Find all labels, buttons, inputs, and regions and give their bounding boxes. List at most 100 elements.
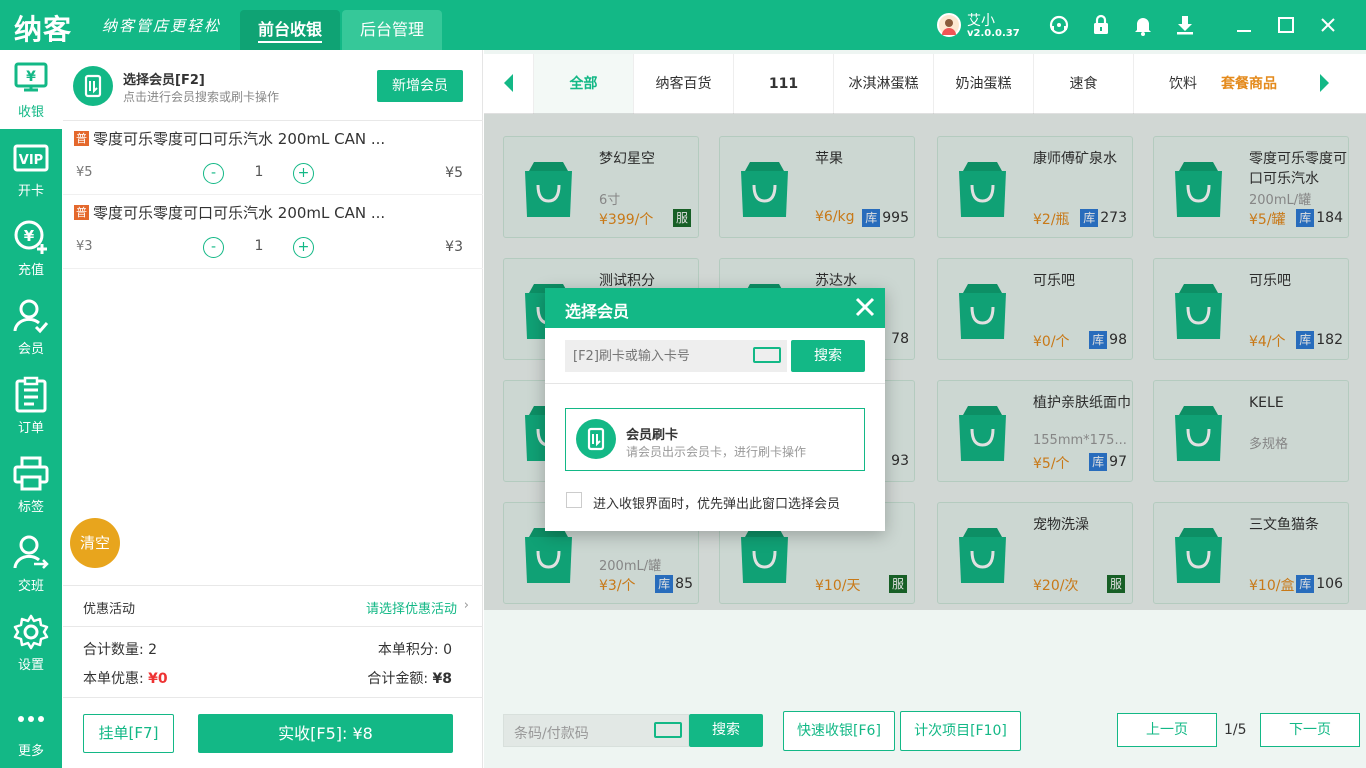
sidebar-item-recharge[interactable]: ¥ 充值 [0, 208, 62, 287]
sidebar-item-label: 充值 [17, 263, 44, 278]
product-bottom-bar: 条码/付款码 搜索 快速收银[F6] 计次项目[F10] 上一页 1/5 下一页 [484, 700, 1366, 768]
prev-page-button[interactable]: 上一页 [1117, 713, 1217, 747]
download-icon[interactable] [1174, 14, 1196, 36]
quick-checkout-button[interactable]: 快速收银[F6] [783, 711, 895, 751]
cart-item[interactable]: 普 零度可乐零度可口可乐汽水 200mL CAN ... ¥5 - 1 + ¥5 [63, 121, 483, 195]
cart-footer: 挂单[F7] 实收[F5]: ¥8 [63, 697, 483, 768]
keyboard-icon[interactable] [753, 347, 781, 363]
bell-icon[interactable] [1132, 14, 1154, 36]
sidebar-item-label: 标签 [17, 500, 44, 515]
order-total-label: 合计金额: [367, 671, 429, 687]
lock-icon[interactable] [1090, 14, 1112, 36]
member-card-icon [576, 419, 616, 459]
member-icon [13, 299, 49, 334]
category-tab[interactable]: 纳客百货 [633, 54, 733, 114]
category-tab[interactable]: 奶油蛋糕 [933, 54, 1033, 114]
cart-panel: 选择会员[F2] 点击进行会员搜索或刷卡操作 新增会员 普 零度可乐零度可口可乐… [63, 50, 483, 768]
cart-item-qty: 1 [254, 238, 264, 254]
support-icon[interactable] [1048, 14, 1070, 36]
category-tab-combo[interactable]: 套餐商品 [1221, 54, 1277, 114]
promotion-select-link[interactable]: 请选择优惠活动 [366, 598, 457, 617]
total-quantity-value: 2 [148, 642, 158, 658]
close-window-icon[interactable] [1317, 14, 1339, 36]
order-total: 合计金额: ¥8 [367, 668, 452, 688]
cart-item-tag: 普 [74, 205, 89, 220]
hang-order-button[interactable]: 挂单[F7] [83, 714, 174, 753]
vip-card-icon: VIP [13, 144, 49, 172]
total-quantity-label: 合计数量: [83, 642, 144, 658]
barcode-search-button[interactable]: 搜索 [689, 714, 763, 747]
printer-icon [13, 456, 49, 491]
sidebar-item-label: 开卡 [17, 184, 44, 199]
card-number-input[interactable] [573, 346, 743, 366]
dialog-title: 选择会员 [565, 302, 630, 321]
app-slogan: 纳客管店更轻松 [102, 17, 222, 35]
swipe-card-option[interactable]: 会员刷卡 请会员出示会员卡，进行刷卡操作 [565, 408, 865, 471]
tab-front-cashier[interactable]: 前台收银 [240, 10, 340, 50]
category-tab[interactable]: 饮料 [1133, 54, 1233, 114]
sidebar-item-orders[interactable]: 订单 [0, 366, 62, 445]
sidebar-item-settings[interactable]: 设置 [0, 603, 62, 682]
next-page-button[interactable]: 下一页 [1260, 713, 1360, 747]
category-tabs: 全部 纳客百货 111 冰淇淋蛋糕 奶油蛋糕 速食 饮料 套餐商品 [484, 54, 1366, 114]
cashier-icon: ¥ [14, 62, 48, 92]
decrease-qty-button[interactable]: - [203, 237, 224, 258]
sidebar-item-labels[interactable]: 标签 [0, 445, 62, 524]
order-points: 本单积分: 0 [378, 639, 452, 659]
swipe-card-title: 会员刷卡 [626, 428, 679, 443]
popup-preference-checkbox[interactable] [566, 492, 582, 508]
chevron-left-icon[interactable] [504, 74, 513, 92]
sidebar-item-members[interactable]: 会员 [0, 287, 62, 366]
close-icon[interactable] [853, 295, 877, 319]
sidebar-item-more[interactable]: 更多 [0, 689, 62, 768]
member-card-icon [73, 66, 113, 106]
barcode-placeholder: 条码/付款码 [514, 726, 589, 742]
cart-item-subtotal: ¥3 [445, 239, 463, 255]
barcode-input[interactable]: 条码/付款码 [503, 714, 689, 747]
order-discount-value: ¥0 [148, 671, 168, 687]
member-select-header[interactable]: 选择会员[F2] 点击进行会员搜索或刷卡操作 新增会员 [63, 50, 483, 121]
sidebar-item-shift[interactable]: 交班 [0, 524, 62, 603]
add-member-button[interactable]: 新增会员 [377, 70, 463, 102]
sidebar-item-open-card[interactable]: VIP 开卡 [0, 129, 62, 208]
cart-item[interactable]: 普 零度可乐零度可口可乐汽水 200mL CAN ... ¥3 - 1 + ¥3 [63, 195, 483, 269]
more-dots-icon [18, 716, 44, 722]
cart-item-price: ¥5 [76, 165, 93, 180]
decrease-qty-button[interactable]: - [203, 163, 224, 184]
order-icon [15, 376, 47, 413]
dialog-header: 选择会员 [545, 288, 885, 328]
app-logo: 纳客 [14, 13, 73, 46]
sidebar-item-cashier[interactable]: ¥ 收银 [0, 50, 62, 129]
member-select-title: 选择会员[F2] [123, 73, 205, 88]
shift-handover-icon [13, 535, 49, 569]
chevron-right-icon: › [463, 598, 469, 613]
checkout-button[interactable]: 实收[F5]: ¥8 [198, 714, 453, 753]
increase-qty-button[interactable]: + [293, 163, 314, 184]
tab-back-office[interactable]: 后台管理 [342, 10, 442, 50]
keyboard-icon[interactable] [654, 722, 682, 738]
category-tab[interactable]: 速食 [1033, 54, 1133, 114]
member-search-button[interactable]: 搜索 [791, 340, 865, 372]
minimize-icon[interactable] [1233, 14, 1255, 36]
clear-cart-button[interactable]: 清空 [70, 518, 120, 568]
total-quantity: 合计数量: 2 [83, 639, 157, 659]
category-tab[interactable]: 全部 [533, 54, 633, 114]
svg-text:¥: ¥ [24, 227, 35, 245]
order-total-value: ¥8 [432, 671, 452, 687]
cart-item-price: ¥3 [76, 239, 93, 254]
popup-preference-label: 进入收银界面时，优先弹出此窗口选择会员 [593, 497, 841, 512]
card-number-field[interactable] [565, 340, 787, 372]
category-tab[interactable]: 冰淇淋蛋糕 [833, 54, 933, 114]
order-discount: 本单优惠: ¥0 [83, 668, 168, 688]
category-tab[interactable]: 111 [733, 54, 833, 114]
maximize-icon[interactable] [1275, 14, 1297, 36]
promotion-row[interactable]: 优惠活动 请选择优惠活动 › [63, 585, 483, 627]
svg-text:VIP: VIP [19, 153, 43, 168]
increase-qty-button[interactable]: + [293, 237, 314, 258]
order-points-value: 0 [443, 642, 452, 658]
count-items-button[interactable]: 计次项目[F10] [900, 711, 1021, 751]
sidebar: ¥ 收银 VIP 开卡 ¥ 充值 会员 订单 标签 交班 设置 更多 [0, 50, 62, 768]
recharge-icon: ¥ [14, 220, 47, 254]
order-points-label: 本单积分: [377, 642, 439, 658]
chevron-right-icon[interactable] [1320, 74, 1329, 92]
